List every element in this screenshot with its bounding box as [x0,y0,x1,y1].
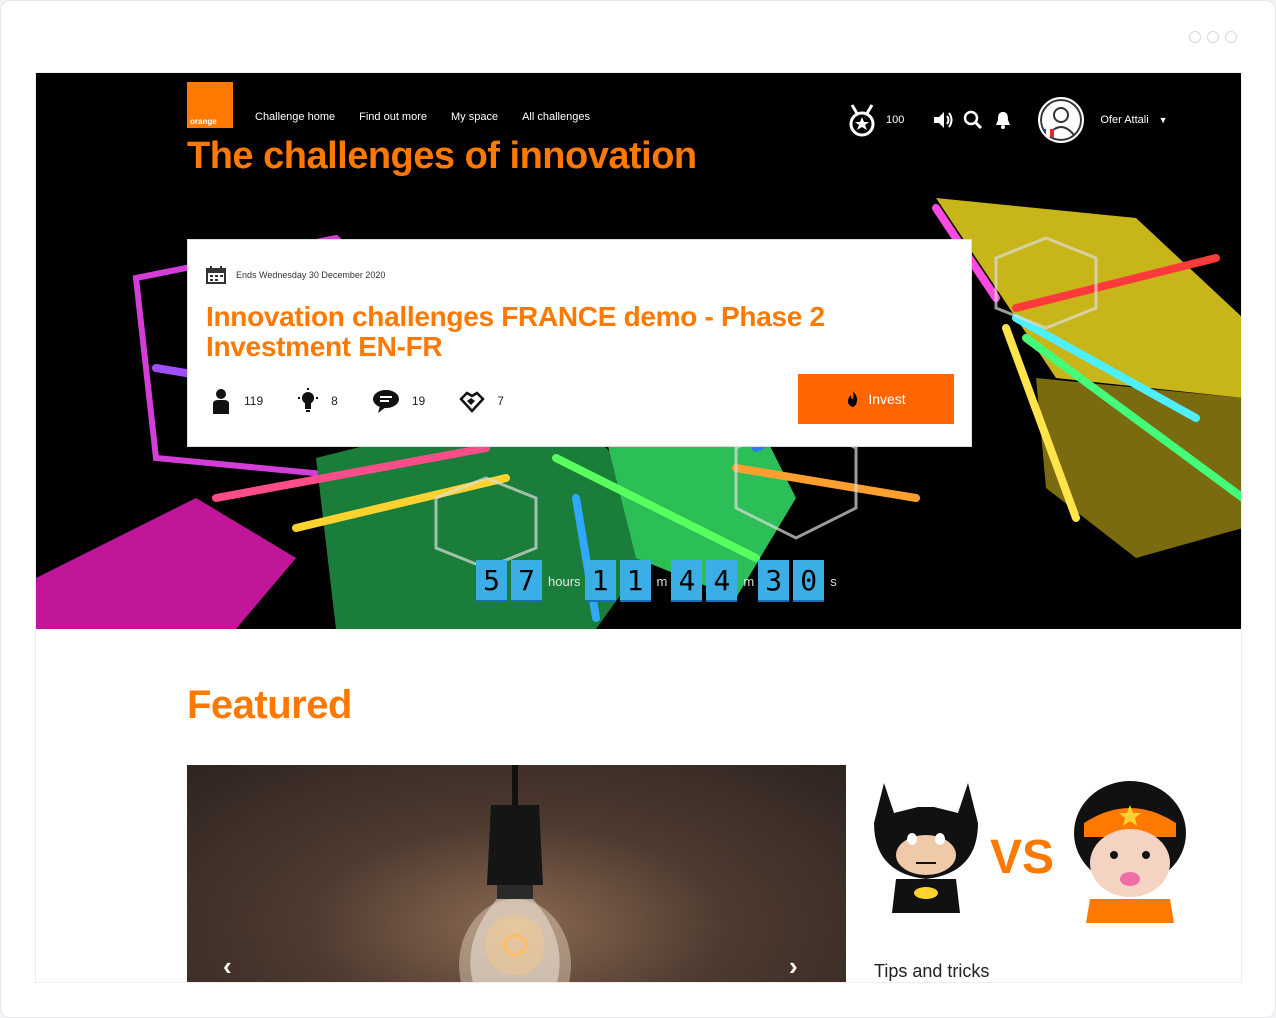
tips-and-tricks-label[interactable]: Tips and tricks [874,961,989,982]
countdown-digit: 4 [706,560,738,602]
countdown-unit: m [743,573,755,589]
challenge-card: Ends Wednesday 30 December 2020 Innovati… [187,239,972,447]
nav-find-out-more[interactable]: Find out more [359,111,427,123]
slider-prev-arrow[interactable]: ‹ [223,951,232,982]
logo-text: orange [190,117,217,126]
hero-banner: orange Challenge home Find out more My s… [36,73,1241,629]
stat-ideas: 8 [297,388,338,414]
countdown-digit: 3 [758,560,790,602]
countdown-unit: hours [548,573,581,589]
medal-icon[interactable] [846,103,878,137]
investments-count: 7 [497,394,504,408]
sound-icon[interactable] [932,109,954,131]
countdown-unit: s [830,573,837,589]
user-avatar[interactable] [1038,97,1085,143]
invest-button[interactable]: Invest [798,374,954,424]
user-avatar-icon [1040,99,1083,141]
stat-participants: 119 [210,388,263,414]
invest-button-label: Invest [868,391,906,407]
page-title: The challenges of innovation [187,135,697,177]
user-points: 100 [886,114,905,126]
participants-count: 119 [244,394,264,408]
page-viewport: orange Challenge home Find out more My s… [35,72,1242,983]
person-icon [213,389,229,414]
challenge-stats: 119 8 19 7 [210,388,538,414]
handshake-icon [459,391,485,413]
lightbulb-icon [298,388,319,412]
user-menu-caret-icon[interactable]: ▼ [1159,115,1168,125]
stat-investments: 7 [459,389,504,413]
user-name[interactable]: Ofer Attali [1100,114,1148,126]
main-navigation: Challenge home Find out more My space Al… [255,111,590,123]
countdown-timer: 5 7 hours 1 1 m 4 4 m 3 0 s [476,560,841,602]
countdown-digit: 1 [584,560,616,602]
countdown-digit: 0 [793,560,825,602]
nav-all-challenges[interactable]: All challenges [522,111,590,123]
orange-logo[interactable]: orange [187,82,233,128]
vs-text: VS [990,831,1054,884]
countdown-digit: 7 [511,560,542,602]
countdown-digit: 5 [476,560,507,602]
ideas-count: 8 [331,394,338,408]
browser-window: orange Challenge home Find out more My s… [0,0,1276,1018]
search-icon[interactable] [962,109,984,131]
comments-count: 19 [411,394,426,408]
challenge-end-date: Ends Wednesday 30 December 2020 [206,266,385,284]
countdown-digit: 4 [671,560,703,602]
window-controls[interactable] [1189,31,1237,43]
stat-comments: 19 [372,389,425,413]
featured-slider: ‹ › [187,765,846,982]
notification-bell-icon[interactable] [992,109,1014,131]
slider-next-arrow[interactable]: › [789,951,798,982]
nav-my-space[interactable]: My space [451,111,498,123]
superheroes-vs-illustration[interactable]: VS [874,763,1204,983]
calendar-icon [206,266,226,284]
comment-icon [372,390,399,413]
challenge-title[interactable]: Innovation challenges FRANCE demo - Phas… [206,302,886,362]
countdown-unit: m [656,573,668,589]
featured-heading: Featured [187,683,352,727]
lightbulb-photo [459,765,571,982]
countdown-digit: 1 [619,560,651,602]
end-date-text: Ends Wednesday 30 December 2020 [236,270,386,280]
flame-icon [848,391,858,407]
nav-challenge-home[interactable]: Challenge home [255,111,335,123]
user-toolbar: 100 Ofer Attali ▼ [846,95,1168,145]
